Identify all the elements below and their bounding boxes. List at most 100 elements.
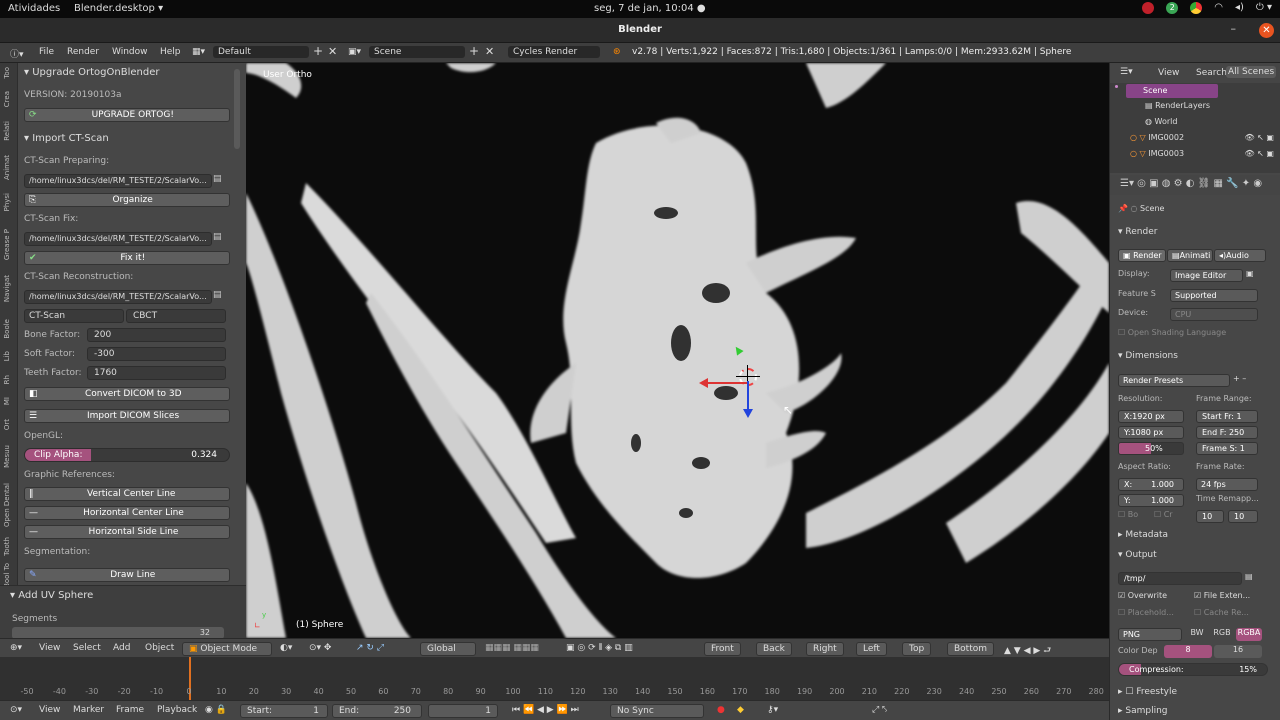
record-icon[interactable] — [1142, 2, 1155, 14]
osl-checkbox[interactable]: ☐ Open Shading Language — [1118, 328, 1268, 341]
snap-icons[interactable]: ▣ ◎ ⟳ ⫴ ◈ ⧉ ▥ — [566, 643, 633, 653]
preset-add-remove-icon[interactable]: + – — [1233, 374, 1263, 387]
upgrade-panel-header[interactable]: ▾ Upgrade OrtogOnBlender — [24, 67, 230, 81]
update-badge[interactable]: 2 — [1166, 2, 1179, 14]
frame-rate-select[interactable]: 24 fps — [1196, 478, 1258, 491]
select-menu[interactable]: Select — [73, 643, 101, 653]
close-button[interactable]: ✕ — [1259, 23, 1274, 38]
tab-physics[interactable]: Physi — [3, 193, 11, 211]
output-panel-header[interactable]: ▾ Output — [1118, 550, 1268, 563]
remap-new-field[interactable]: 10 — [1228, 510, 1258, 523]
menu-help[interactable]: Help — [160, 47, 181, 57]
app-menu[interactable]: Blender.desktop ▾ — [74, 3, 163, 14]
tab-tooth[interactable]: Tooth — [3, 537, 11, 556]
outliner-item-renderlayers[interactable]: ▤ RenderLayers — [1145, 101, 1265, 110]
chrome-icon[interactable] — [1190, 2, 1203, 14]
tab-relations[interactable]: Relati — [3, 121, 11, 141]
soft-factor-field[interactable]: -300 — [87, 347, 226, 361]
right-view-button[interactable]: Right — [806, 642, 844, 656]
recon-path-field[interactable]: /home/linux3dcs/del/RM_TESTE/2/ScalarVo.… — [24, 290, 212, 304]
add-scene-icon[interactable]: + — [469, 44, 479, 58]
draw-line-button[interactable]: ✎ Draw Line — [24, 568, 230, 582]
current-frame-field[interactable]: 1 — [428, 704, 498, 718]
tab-boole[interactable]: Boole — [3, 319, 11, 339]
border-checkbox[interactable]: ☐ Bo — [1118, 510, 1150, 523]
outliner-view-menu[interactable]: View — [1158, 68, 1179, 78]
convert-dicom-button[interactable]: ◧ Convert DICOM to 3D — [24, 387, 230, 401]
volume-icon[interactable]: ◂) — [1235, 2, 1244, 14]
animation-button[interactable]: ▤Animati — [1167, 249, 1213, 262]
remove-layout-icon[interactable]: ✕ — [328, 45, 337, 58]
z-arrow-icon[interactable] — [743, 409, 753, 418]
tab-create[interactable]: Crea — [3, 91, 11, 107]
outliner-editor-icon[interactable]: ☰▾ — [1120, 67, 1133, 77]
prep-path-field[interactable]: /home/linux3dcs/del/RM_TESTE/2/ScalarVo.… — [24, 174, 212, 188]
playback-controls-icon[interactable]: ⏮ ⏪ ◀ ▶ ⏩ ⏭ — [512, 705, 579, 715]
horizontal-side-line-button[interactable]: — Horizontal Side Line — [24, 525, 230, 539]
organize-button[interactable]: ⎘ Organize — [24, 193, 230, 207]
bw-toggle[interactable]: BW — [1186, 628, 1208, 641]
mode-select[interactable]: ▣ Object Mode — [182, 642, 272, 656]
output-path-field[interactable]: /tmp/ — [1118, 572, 1242, 585]
display-select[interactable]: Image Editor — [1170, 269, 1243, 282]
properties-editor-icon[interactable]: ☰▾ ◎ ▣ ◍ ⚙ ◐ ⛓ ▦ 🔧 ✦ ◉ — [1120, 178, 1262, 189]
uv-sphere-header[interactable]: ▾ Add UV Sphere — [10, 590, 93, 601]
marker-menu[interactable]: Marker — [73, 705, 104, 715]
file-extensions-checkbox[interactable]: ☑ File Exten... — [1194, 591, 1266, 604]
rgba-toggle[interactable]: RGBA — [1236, 628, 1262, 641]
clip-alpha-slider[interactable]: Clip Alpha: 0.324 — [24, 448, 230, 462]
top-view-button[interactable]: Top — [902, 642, 932, 656]
device-select[interactable]: CPU — [1170, 308, 1258, 321]
wifi-icon[interactable]: ◠ — [1214, 2, 1223, 14]
frame-step-field[interactable]: Frame S: 1 — [1196, 442, 1258, 455]
cache-result-checkbox[interactable]: ☐ Cache Re... — [1194, 608, 1266, 621]
back-view-button[interactable]: Back — [756, 642, 792, 656]
tab-navigation[interactable]: Navigat — [3, 275, 11, 302]
left-view-button[interactable]: Left — [856, 642, 887, 656]
x-arrow-icon[interactable] — [699, 378, 708, 388]
outliner-search-menu[interactable]: Search — [1196, 68, 1227, 78]
end-frame-field[interactable]: End: 250 — [332, 704, 422, 718]
preview-range-icon[interactable]: ◉ 🔒 — [205, 705, 227, 715]
tab-rh[interactable]: Rh — [3, 375, 11, 384]
bottom-view-button[interactable]: Bottom — [947, 642, 995, 656]
aspect-x-field[interactable]: X: 1.000 — [1118, 478, 1184, 491]
fix-it-button[interactable]: ✔ Fix it! — [24, 251, 230, 265]
tab-tools[interactable]: Too — [3, 67, 11, 79]
front-view-button[interactable]: Front — [704, 642, 741, 656]
crop-checkbox[interactable]: ☐ Cr — [1154, 510, 1186, 523]
orientation-select[interactable]: Global — [420, 642, 476, 656]
visibility-icon[interactable]: 👁 ↖ ▣ — [1244, 149, 1274, 158]
x-axis-manipulator[interactable] — [704, 382, 749, 384]
tab-mi[interactable]: MI — [3, 397, 11, 405]
add-menu[interactable]: Add — [113, 643, 130, 653]
tab-mesuu[interactable]: Mesuu — [3, 445, 11, 468]
scene-icon[interactable]: ▣▾ — [348, 47, 361, 57]
playback-menu[interactable]: Playback — [157, 705, 197, 715]
outliner-item-img0002[interactable]: ○ ▽ IMG0002 👁 ↖ ▣ — [1130, 133, 1280, 142]
folder-icon[interactable]: ▤ — [213, 174, 227, 188]
pivot-icon[interactable]: ⊙▾ ✥ — [309, 643, 331, 653]
outliner-item-scene[interactable]: Scene — [1126, 84, 1218, 98]
render-panel-header[interactable]: ▾ Render — [1118, 227, 1268, 240]
3d-viewport[interactable]: User Ortho (1) Sphere y ∟ ↖ — [246, 63, 1109, 638]
rgb-toggle[interactable]: RGB — [1210, 628, 1234, 641]
folder-icon[interactable]: ▤ — [213, 232, 227, 246]
scene-select[interactable]: Scene — [369, 46, 465, 58]
editor-type-icon[interactable]: ⓘ▾ — [10, 47, 24, 60]
remap-old-field[interactable]: 10 — [1196, 510, 1224, 523]
keying-set-icon[interactable]: ⚷▾ — [767, 705, 778, 715]
layout-icon[interactable]: ▦▾ — [192, 47, 205, 57]
view-menu[interactable]: View — [39, 643, 60, 653]
timeline-editor-icon[interactable]: ⊙▾ — [10, 705, 22, 715]
vertical-center-line-button[interactable]: ‖ Vertical Center Line — [24, 487, 230, 501]
minimize-button[interactable]: – — [1231, 22, 1237, 35]
clock[interactable]: seg, 7 de jan, 10:04 ● — [594, 3, 706, 14]
keyframe-icon[interactable]: ◆ — [737, 705, 744, 715]
tab-animation[interactable]: Animat — [3, 155, 11, 180]
resolution-x-field[interactable]: X:1920 px — [1118, 410, 1184, 423]
outliner-item-img0003[interactable]: ○ ▽ IMG0003 👁 ↖ ▣ — [1130, 149, 1280, 158]
manipulator-icons[interactable]: ↗ ↻ ⤢ — [356, 643, 384, 653]
timeline[interactable]: -50 -40 -30 -20 -10 0 10 20 30 40 50 60 70 80 90 100 110… — [0, 657, 1109, 700]
engine-select[interactable]: Cycles Render — [508, 46, 600, 58]
